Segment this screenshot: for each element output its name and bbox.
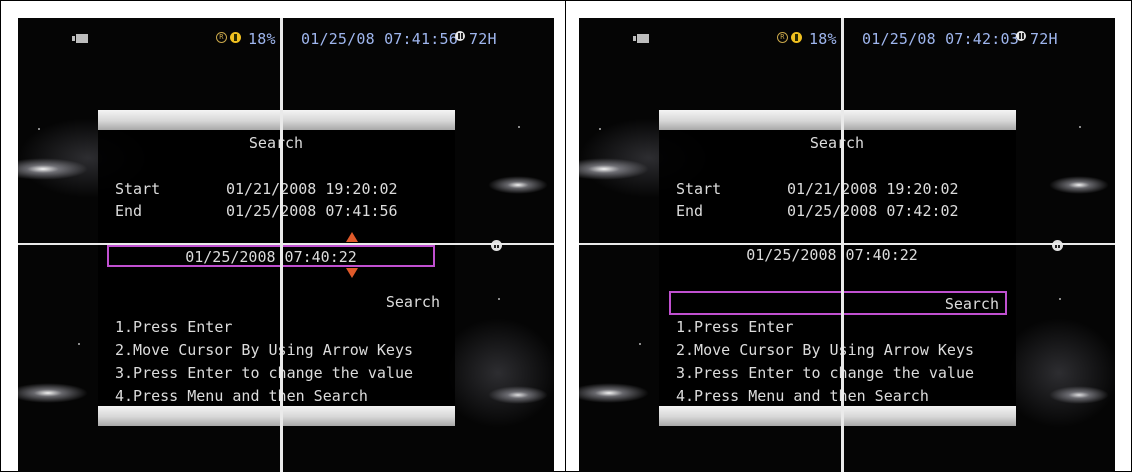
start-value: 01/21/2008 19:20:02 xyxy=(226,180,398,198)
pause-icon xyxy=(1052,240,1063,251)
background-mist xyxy=(438,318,554,428)
hdd-icon xyxy=(791,32,802,43)
hdd-usage: 18% xyxy=(248,30,276,48)
search-button[interactable]: Search xyxy=(669,291,1007,315)
search-button[interactable]: Search xyxy=(108,291,446,315)
end-label: End xyxy=(115,202,143,220)
instruction-line: 1.Press Enter xyxy=(676,318,794,336)
instruction-line: 4.Press Menu and then Search xyxy=(676,387,929,405)
record-icon: R xyxy=(216,32,227,43)
crosshair-vertical xyxy=(280,18,283,472)
record-hours: 72H xyxy=(469,30,497,48)
table-divider xyxy=(565,0,566,472)
instruction-line: 2.Move Cursor By Using Arrow Keys xyxy=(676,341,975,359)
menu-bottom-bar xyxy=(659,406,1016,426)
background-mist xyxy=(999,318,1115,428)
record-icon: R xyxy=(777,32,788,43)
pause-icon xyxy=(455,31,465,41)
background-dot xyxy=(78,343,80,345)
background-light xyxy=(18,383,88,403)
end-value: 01/25/2008 07:41:56 xyxy=(226,202,398,220)
background-dot xyxy=(639,343,641,345)
camera-icon xyxy=(72,34,88,43)
background-dot xyxy=(1079,126,1081,128)
start-label: Start xyxy=(676,180,722,198)
start-value: 01/21/2008 19:20:02 xyxy=(787,180,959,198)
pause-icon xyxy=(1016,31,1026,41)
arrow-up-icon[interactable] xyxy=(346,232,358,242)
dvr-screen-right: R 18% 01/25/08 07:42:03 72H Search Start… xyxy=(579,18,1115,472)
instruction-line: 3.Press Enter to change the value xyxy=(676,364,975,382)
background-dot xyxy=(38,128,40,130)
end-label: End xyxy=(676,202,704,220)
instruction-line: 3.Press Enter to change the value xyxy=(115,364,414,382)
instruction-line: 4.Press Menu and then Search xyxy=(115,387,368,405)
search-time-input[interactable]: 01/25/2008 07:40:22 xyxy=(668,245,996,267)
background-light xyxy=(488,176,548,194)
status-datetime: 01/25/08 07:41:56 xyxy=(301,30,458,48)
status-bar: R 18% 01/25/08 07:42:03 72H xyxy=(579,30,1115,52)
menu-top-bar xyxy=(659,110,1016,130)
background-light xyxy=(579,383,649,403)
hdd-icon xyxy=(230,32,241,43)
start-label: Start xyxy=(115,180,161,198)
search-time-input[interactable]: 01/25/2008 07:40:22 xyxy=(107,245,435,267)
background-dot xyxy=(498,298,500,300)
arrow-down-icon[interactable] xyxy=(346,268,358,278)
record-hours: 72H xyxy=(1030,30,1058,48)
status-datetime: 01/25/08 07:42:03 xyxy=(862,30,1019,48)
camera-icon xyxy=(633,34,649,43)
end-value: 01/25/2008 07:42:02 xyxy=(787,202,959,220)
crosshair-horizontal xyxy=(18,243,554,245)
crosshair-horizontal xyxy=(579,243,1115,245)
status-bar: R 18% 01/25/08 07:41:56 72H xyxy=(18,30,554,52)
hdd-usage: 18% xyxy=(809,30,837,48)
menu-bottom-bar xyxy=(98,406,455,426)
background-dot xyxy=(518,126,520,128)
crosshair-vertical xyxy=(841,18,844,472)
instruction-line: 1.Press Enter xyxy=(115,318,233,336)
pause-icon xyxy=(491,240,502,251)
background-light xyxy=(1049,176,1109,194)
instruction-line: 2.Move Cursor By Using Arrow Keys xyxy=(115,341,414,359)
background-dot xyxy=(599,128,601,130)
menu-top-bar xyxy=(98,110,455,130)
background-dot xyxy=(1059,298,1061,300)
dvr-screen-left: R 18% 01/25/08 07:41:56 72H Search Start… xyxy=(18,18,554,472)
